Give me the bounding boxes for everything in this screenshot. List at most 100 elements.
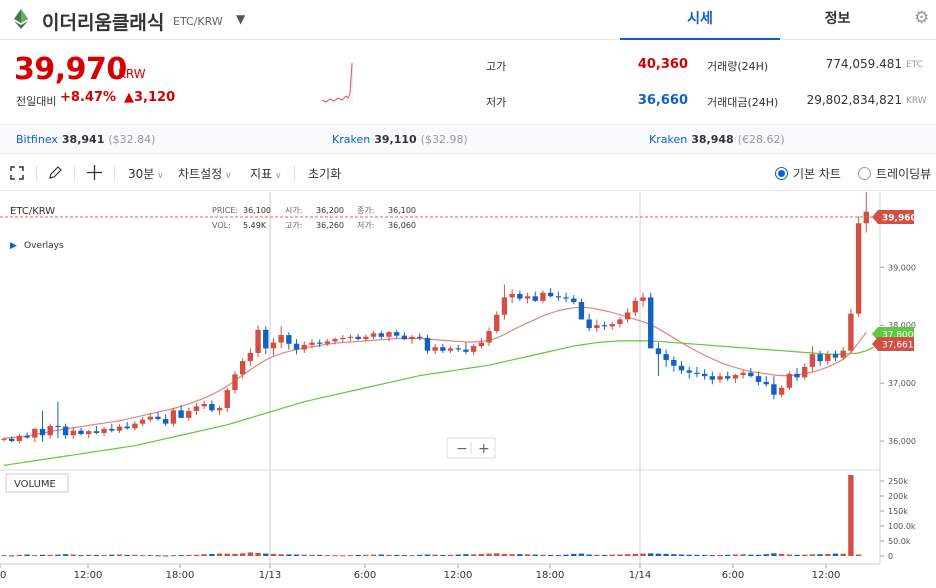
volume-bar	[24, 554, 30, 556]
tab-info[interactable]: 정보	[760, 0, 915, 40]
candle-body	[232, 374, 238, 391]
candle-body	[802, 366, 808, 378]
candle-body	[578, 302, 585, 320]
candle-body	[247, 353, 254, 362]
tab-price[interactable]: 시세	[620, 0, 780, 40]
volume-bar	[424, 554, 431, 556]
time-tick-label: 1/14	[629, 570, 651, 581]
change-label: 전일대비	[16, 95, 57, 108]
coin-select-chevron-icon[interactable]: ▼	[236, 12, 245, 26]
volume-bar	[393, 554, 400, 556]
candle-body	[255, 329, 261, 354]
volume-bar	[263, 553, 269, 556]
volume-value: 774,059.481	[825, 57, 902, 71]
exchange-usd-price: ($32.84)	[108, 133, 156, 146]
indicators-menu[interactable]: 지표 ∨	[250, 165, 282, 182]
volume-bar	[9, 555, 15, 557]
candle-body	[486, 331, 492, 343]
volume-bar	[640, 553, 646, 556]
volume-bar	[655, 553, 662, 556]
volume-bar	[678, 554, 685, 556]
exchange-price: 38,948	[691, 133, 734, 146]
candle-body	[293, 343, 300, 350]
candle-body	[85, 431, 92, 435]
exchange-item[interactable]: Kraken 38,948 (€28.62)	[649, 133, 785, 146]
volume-bar	[232, 553, 238, 556]
volume-bar	[386, 554, 392, 556]
volume-bar	[601, 554, 608, 556]
fullscreen-icon[interactable]	[10, 166, 24, 180]
ohlc-high-label: 고가:	[285, 221, 302, 230]
coin-name[interactable]: 이더리움클래식	[42, 8, 164, 35]
basic-chart-label[interactable]: 기본 차트	[793, 165, 841, 182]
overlays-toggle[interactable]: Overlays	[24, 241, 64, 251]
candle-body	[517, 293, 523, 299]
reset-button[interactable]: 초기화	[308, 165, 341, 182]
exchange-name: Kraken	[649, 133, 688, 146]
volume-bar	[201, 554, 207, 556]
candle-body	[809, 354, 816, 367]
volume-bar	[802, 554, 808, 556]
time-tick-label: 12:00	[74, 570, 103, 581]
gear-icon[interactable]: ⚙	[914, 8, 929, 28]
volume-bar	[717, 554, 723, 556]
exchange-name: Kraken	[332, 133, 371, 146]
volume-bar	[132, 554, 138, 556]
volume-bar	[440, 554, 446, 556]
candle-body	[316, 342, 323, 344]
volume-bar	[239, 553, 246, 556]
candlestick-chart-svg[interactable]: 39,00038,00037,00036,0000012:0018:001/13…	[0, 192, 936, 588]
candle-body	[147, 416, 153, 420]
ohlc-high: 36,260	[316, 221, 344, 230]
candle-body	[70, 430, 76, 436]
volume-bar	[124, 554, 130, 556]
overlays-toggle-icon[interactable]: ▶	[10, 241, 17, 251]
candle-body	[817, 354, 823, 362]
change-percent: +8.47%	[60, 90, 116, 105]
volume-bar	[316, 554, 323, 556]
trading-view-radio[interactable]	[858, 167, 871, 180]
trading-view-label[interactable]: 트레이딩뷰	[876, 165, 931, 182]
candle-body	[509, 293, 515, 298]
candle-body	[748, 372, 754, 377]
volume-bar	[778, 553, 785, 556]
volume-bar	[532, 554, 538, 556]
ohlc-price: 36,100	[243, 206, 271, 215]
volume-bar	[370, 554, 377, 556]
chart-settings-menu[interactable]: 차트설정 ∨	[178, 165, 232, 182]
zoom-out-button[interactable]: −	[456, 441, 468, 457]
exchange-item[interactable]: Bitfinex 38,941 ($32.84)	[16, 133, 155, 146]
change-amount: ▲3,120	[124, 90, 176, 105]
volume-bar	[632, 553, 639, 556]
candle-body	[555, 296, 562, 298]
price-chart[interactable]: 39,00038,00037,00036,0000012:0018:001/13…	[0, 192, 936, 588]
candle-body	[324, 341, 331, 344]
candle-body	[494, 314, 500, 331]
coin-pair[interactable]: ETC/KRW	[173, 15, 223, 28]
time-tick-label: 18:00	[536, 570, 565, 581]
pencil-icon[interactable]	[48, 165, 63, 180]
volume-bar	[270, 553, 277, 556]
candle-body	[55, 425, 61, 427]
interval-select[interactable]: 30분 ∨	[128, 165, 164, 182]
basic-chart-radio[interactable]	[775, 167, 788, 180]
crosshair-icon[interactable]	[87, 165, 102, 180]
candle-body	[216, 408, 223, 411]
volume-bar	[355, 554, 361, 556]
volume-tick-label: 150k	[888, 507, 908, 516]
exchange-item[interactable]: Kraken 39,110 ($32.98)	[332, 133, 468, 146]
interval-label: 30분	[128, 167, 155, 181]
zoom-in-button[interactable]: +	[478, 441, 490, 457]
candle-body	[624, 312, 631, 320]
volume-tick-label: 200k	[888, 492, 908, 501]
exchange-price-strip: Bitfinex 38,941 ($32.84) Kraken 39,110 ($32.…	[0, 124, 936, 154]
volume-bar	[648, 553, 654, 556]
volume-bar	[301, 554, 307, 556]
volume-bar	[432, 554, 438, 556]
volume-bar	[101, 555, 107, 557]
chart-symbol: ETC/KRW	[10, 206, 55, 217]
volume-bar	[763, 554, 769, 556]
candle-body	[124, 426, 130, 429]
volume-bar	[540, 554, 546, 556]
candle-body	[101, 428, 107, 433]
